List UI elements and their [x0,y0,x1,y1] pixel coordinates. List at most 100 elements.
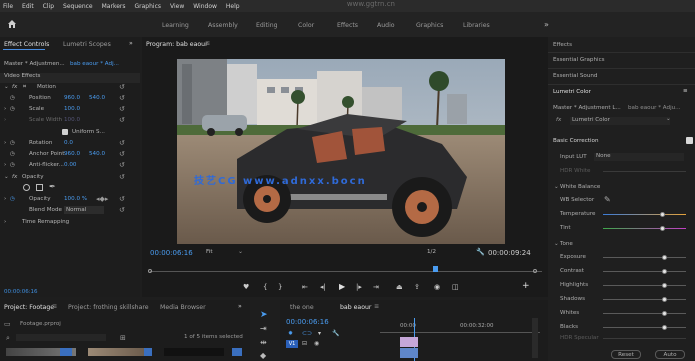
tab-project-footage[interactable]: Project: Footage [4,304,54,311]
step-back-icon[interactable]: ◂| [320,283,326,291]
tone-contrast-knob[interactable] [662,269,668,274]
ripple-edit-tool-icon[interactable]: ⇹ [260,338,267,347]
tone-blacks-knob[interactable] [662,325,668,330]
workspace-color[interactable]: Color [298,22,314,29]
blend-mode-dropdown[interactable]: Normal [64,206,104,214]
media-thumbnail[interactable] [164,348,224,356]
export-frame-icon[interactable]: ◉ [434,283,440,291]
toggle-output-icon[interactable]: ◉ [314,340,319,347]
mark-in-icon[interactable]: { [263,283,267,291]
razor-tool-icon[interactable]: ◆ [260,351,266,360]
new-bin-icon[interactable]: ⊞ [120,334,126,342]
sequence-clip-label[interactable]: bab eaour * Adj... [70,61,119,67]
program-current-timecode[interactable]: 00:00:06:16 [150,249,193,257]
stopwatch-active-icon[interactable]: ◷ [10,196,15,202]
essential-graphics-header[interactable]: Essential Graphics [553,57,605,63]
tint-slider[interactable] [603,228,686,229]
menu-window[interactable]: Window [193,3,217,10]
panel-menu-icon[interactable]: ≡ [205,40,210,47]
reset-icon[interactable]: ↺ [119,173,125,181]
adjustment-layer-clip[interactable] [400,337,418,347]
rotation-value[interactable]: 0.0 [64,140,73,146]
white-balance-subsection[interactable]: White Balance [560,184,600,190]
tone-whites-slider[interactable] [603,313,686,314]
panel-more-icon[interactable]: » [129,40,133,47]
media-thumbnail[interactable] [88,348,148,356]
comparison-view-icon[interactable]: ◫ [452,283,459,291]
linked-selection-icon[interactable]: ⊂⊃ [302,330,312,337]
search-input[interactable] [16,334,106,341]
panel-more-icon[interactable]: » [238,303,242,310]
anchor-y-value[interactable]: 540.0 [89,151,105,157]
reset-icon[interactable]: ↺ [119,150,125,158]
reset-icon[interactable]: ↺ [119,161,125,169]
keyframe-nav-icon[interactable]: ◂◆▸ [96,195,108,203]
anti-flicker-value[interactable]: 0.00 [64,162,76,168]
menu-markers[interactable]: Markers [102,3,126,10]
chevron-right-icon[interactable]: › [4,219,6,225]
go-to-in-icon[interactable]: ⇤ [302,283,308,291]
opacity-effect-row[interactable]: ⌄ fx Opacity ↺ [0,173,140,184]
add-marker-icon[interactable]: ▾ [318,330,321,337]
motion-transform-icon[interactable]: ⌗ [23,84,26,91]
tone-shadows-knob[interactable] [662,297,668,302]
tone-whites-knob[interactable] [662,311,668,316]
time-remapping-row[interactable]: › Time Remapping [0,219,140,229]
reset-icon[interactable]: ↺ [119,195,125,203]
tone-highlights-slider[interactable] [603,285,686,286]
track-v1-target[interactable]: V1 [286,340,298,348]
lift-icon[interactable]: ⏏ [396,283,403,291]
more-workspaces-icon[interactable]: » [544,20,549,29]
play-icon[interactable]: ▶ [339,282,345,291]
fx-icon[interactable]: fx [556,117,561,123]
basic-correction-section[interactable]: Basic Correction [553,138,599,144]
scrubber-start-handle[interactable] [148,269,152,273]
snap-icon[interactable]: ✸ [288,330,293,337]
eyedropper-icon[interactable]: ✎ [604,195,611,204]
timeline-scrollbar[interactable] [532,318,538,358]
panel-menu-icon[interactable]: ≡ [52,303,57,310]
mark-out-icon[interactable]: } [278,283,282,291]
tone-shadows-slider[interactable] [603,299,686,300]
chevron-right-icon[interactable]: › [4,196,6,202]
effects-panel-header[interactable]: Effects [553,42,572,48]
add-marker-icon[interactable]: ♥ [243,283,249,291]
essential-sound-header[interactable]: Essential Sound [553,73,597,79]
stopwatch-icon[interactable]: ◷ [10,140,15,146]
home-icon[interactable] [7,19,17,29]
chevron-right-icon[interactable]: › [4,106,6,112]
reset-button[interactable]: Reset [611,350,641,359]
playback-resolution-dropdown[interactable]: 1/2 [427,249,436,255]
menu-edit[interactable]: Edit [22,3,34,10]
scrubber-end-handle[interactable] [533,269,537,273]
timeline-settings-icon[interactable]: 🔧 [332,330,339,337]
lumetri-master-clip[interactable]: Master * Adjustment L... [553,105,621,111]
stopwatch-icon[interactable]: ◷ [10,106,15,112]
auto-button[interactable]: Auto [655,350,685,359]
motion-effect-row[interactable]: ⌄ fx ⌗ Motion ↺ [0,83,140,94]
workspace-editing[interactable]: Editing [256,22,278,29]
scale-value[interactable]: 100.0 [64,106,80,112]
workspace-libraries[interactable]: Libraries [463,22,490,29]
go-to-out-icon[interactable]: ⇥ [373,283,379,291]
tab-media-browser[interactable]: Media Browser [160,304,206,311]
chevron-down-icon[interactable]: ⌄ [554,184,559,190]
workspace-audio[interactable]: Audio [377,22,395,29]
tab-lumetri-scopes[interactable]: Lumetri Scopes [63,41,111,48]
track-select-tool-icon[interactable]: ⇥ [260,324,267,333]
panel-menu-icon[interactable]: ≡ [683,88,688,94]
playhead[interactable] [433,266,438,272]
hdr-specular-slider[interactable] [603,338,686,339]
workspace-effects[interactable]: Effects [337,22,358,29]
input-lut-dropdown[interactable]: None [594,153,684,161]
reset-icon[interactable]: ↺ [119,139,125,147]
chevron-down-icon[interactable]: ⌄ [554,241,559,247]
video-clip[interactable] [400,348,418,358]
program-monitor-title[interactable]: Program: bab eaour [146,41,208,48]
menu-file[interactable]: File [3,3,13,10]
lumetri-sequence-clip[interactable]: bab eaour * Adju... [628,105,681,111]
tab-sequence-bab-eaour[interactable]: bab eaour [340,304,371,311]
chevron-right-icon[interactable]: › [4,140,6,146]
ellipse-mask-icon[interactable] [23,184,30,191]
menu-view[interactable]: View [170,3,184,10]
